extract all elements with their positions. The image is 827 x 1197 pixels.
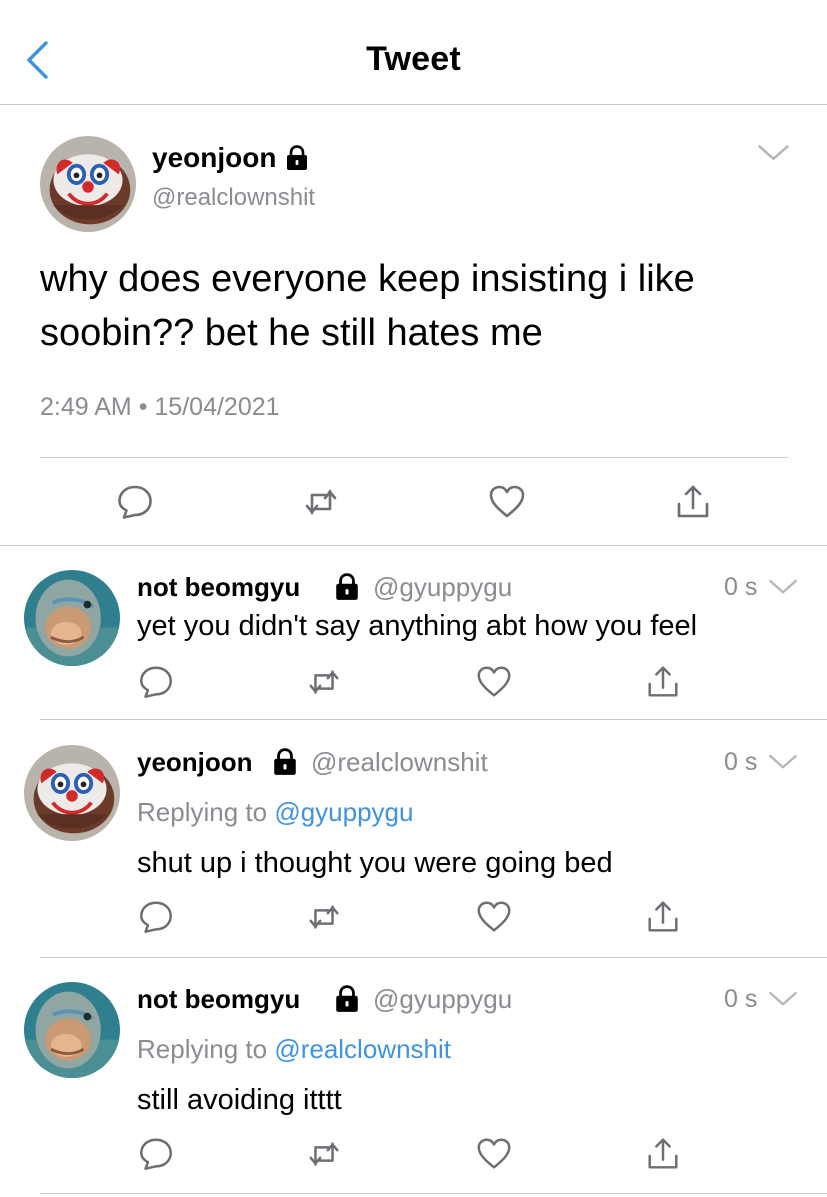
reply-icon[interactable] bbox=[115, 482, 155, 522]
replying-to-label: Replying to bbox=[137, 797, 268, 827]
reply-divider bbox=[40, 957, 827, 958]
like-icon[interactable] bbox=[475, 1135, 513, 1173]
tweet-time: 2:49 AM bbox=[40, 393, 132, 421]
meta-separator: • bbox=[138, 393, 148, 421]
avatar[interactable] bbox=[24, 982, 120, 1078]
avatar[interactable] bbox=[40, 136, 136, 232]
main-tweet-handle[interactable]: @realclownshit bbox=[152, 184, 315, 212]
reply-time: 0 s bbox=[724, 985, 758, 1013]
reply-handle[interactable]: @gyuppygu bbox=[373, 572, 512, 603]
lock-icon bbox=[272, 748, 298, 776]
reply-name[interactable]: not beomgyu bbox=[137, 984, 300, 1015]
main-tweet-name[interactable]: yeonjoon bbox=[152, 142, 276, 174]
reply-time: 0 s bbox=[724, 748, 758, 776]
chevron-down-icon[interactable] bbox=[768, 753, 798, 771]
share-icon[interactable] bbox=[673, 482, 713, 522]
lock-icon bbox=[334, 573, 360, 601]
reply-icon[interactable] bbox=[137, 1135, 175, 1173]
share-icon[interactable] bbox=[644, 898, 682, 936]
chevron-down-icon[interactable] bbox=[768, 990, 798, 1008]
reply-text: shut up i thought you were going bed bbox=[137, 847, 613, 879]
reply-text: still avoiding itttt bbox=[137, 1084, 342, 1116]
avatar[interactable] bbox=[24, 745, 120, 841]
retweet-icon[interactable] bbox=[305, 898, 343, 936]
replying-to: Replying to @gyuppygu bbox=[137, 797, 413, 828]
like-icon[interactable] bbox=[475, 663, 513, 701]
main-tweet-text: why does everyone keep insisting i like … bbox=[40, 258, 695, 354]
reply-icon[interactable] bbox=[137, 898, 175, 936]
like-icon[interactable] bbox=[487, 482, 527, 522]
lock-icon bbox=[334, 985, 360, 1013]
share-icon[interactable] bbox=[644, 1135, 682, 1173]
tweet-date: 15/04/2021 bbox=[154, 393, 280, 421]
retweet-icon[interactable] bbox=[305, 1135, 343, 1173]
meta-divider bbox=[40, 457, 788, 458]
reply-time: 0 s bbox=[724, 573, 758, 601]
header-divider bbox=[0, 104, 827, 105]
chevron-down-icon[interactable] bbox=[757, 143, 790, 163]
reply-name[interactable]: not beomgyu bbox=[137, 572, 300, 603]
chevron-down-icon[interactable] bbox=[768, 578, 798, 596]
replying-to-mention[interactable]: @realclownshit bbox=[274, 1034, 451, 1064]
retweet-icon[interactable] bbox=[301, 482, 341, 522]
avatar[interactable] bbox=[24, 570, 120, 666]
reply-divider bbox=[40, 1193, 827, 1194]
reply-name[interactable]: yeonjoon bbox=[137, 747, 253, 778]
replying-to: Replying to @realclownshit bbox=[137, 1034, 451, 1065]
share-icon[interactable] bbox=[644, 663, 682, 701]
replying-to-label: Replying to bbox=[137, 1034, 268, 1064]
retweet-icon[interactable] bbox=[305, 663, 343, 701]
reply-handle[interactable]: @gyuppygu bbox=[373, 984, 512, 1015]
lock-icon bbox=[285, 145, 309, 171]
main-tweet-divider bbox=[0, 545, 827, 546]
main-tweet-timestamp: 2:49 AM • 15/04/2021 bbox=[40, 393, 280, 422]
page-title: Tweet bbox=[366, 40, 461, 78]
replying-to-mention[interactable]: @gyuppygu bbox=[274, 797, 413, 827]
like-icon[interactable] bbox=[475, 898, 513, 936]
reply-text: yet you didn't say anything abt how you … bbox=[137, 610, 698, 642]
reply-handle[interactable]: @realclownshit bbox=[311, 747, 488, 778]
reply-icon[interactable] bbox=[137, 663, 175, 701]
reply-divider bbox=[40, 719, 827, 720]
